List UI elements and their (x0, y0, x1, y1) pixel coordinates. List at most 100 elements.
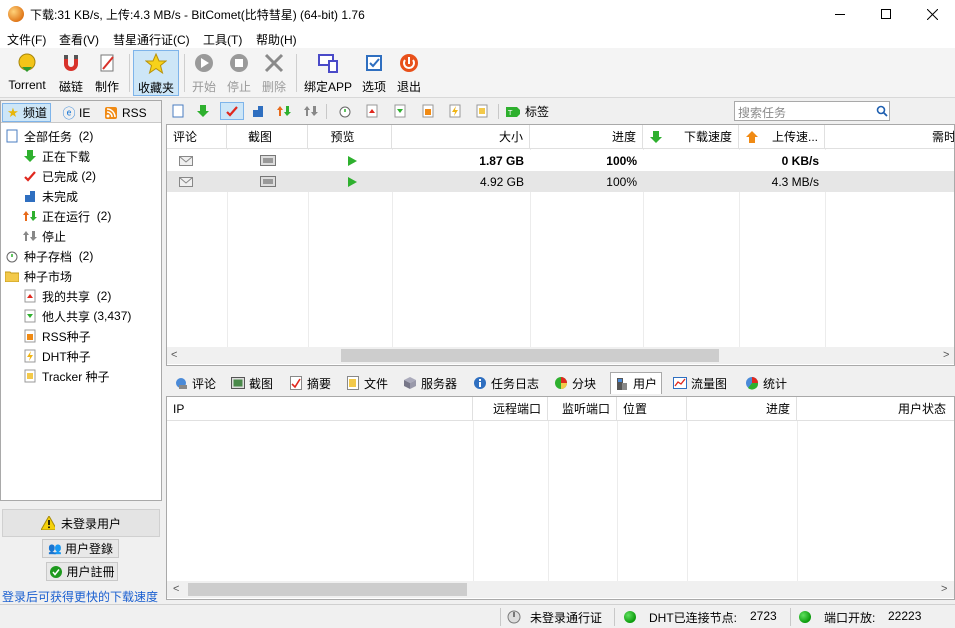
scroll-left-arrow[interactable]: < (171, 349, 177, 361)
column-header-upload-speed[interactable]: 上传速... (739, 125, 825, 149)
make-torrent-button[interactable]: 制作 (91, 50, 123, 96)
torrent-button[interactable]: Torrent (3, 50, 51, 96)
search-input[interactable]: 搜索任务 (734, 101, 890, 121)
tab-comment[interactable]: 评论 (170, 372, 220, 394)
minimize-button[interactable] (817, 0, 863, 28)
menu-help[interactable]: 帮助(H) (256, 31, 297, 48)
tree-tracker-torrents[interactable]: Tracker 种子 (5, 366, 160, 386)
screenshot-tab-icon (231, 376, 245, 390)
archive-filter-button[interactable] (335, 102, 355, 120)
screenshot-icon[interactable] (260, 171, 276, 192)
tree-torrent-archive[interactable]: 种子存档 (2) (5, 246, 160, 266)
delete-button[interactable]: 删除 (258, 50, 290, 96)
column-header-location[interactable]: 位置 (617, 397, 687, 421)
tree-torrent-market[interactable]: 种子市场 (5, 266, 160, 286)
tab-files[interactable]: 文件 (342, 372, 392, 394)
preview-play-icon[interactable] (347, 150, 357, 171)
column-header-comment[interactable]: 评论 (167, 125, 227, 149)
exit-button[interactable]: 退出 (393, 50, 425, 96)
comment-icon[interactable] (179, 150, 193, 171)
menu-file[interactable]: 文件(F) (7, 31, 46, 48)
tab-ie[interactable]: ⓔ IE (59, 103, 93, 122)
tab-task-log[interactable]: 任务日志 (469, 372, 543, 394)
stopped-filter-button[interactable] (301, 102, 321, 120)
magnet-button[interactable]: 磁链 (55, 50, 87, 96)
column-header-progress[interactable]: 进度 (530, 125, 643, 149)
scroll-right-arrow[interactable]: > (943, 349, 949, 361)
toolbar-separator (498, 104, 499, 119)
tree-stopped[interactable]: 停止 (5, 226, 160, 246)
start-button[interactable]: 开始 (188, 50, 220, 96)
close-button[interactable] (909, 0, 955, 28)
dht-label: DHT已连接节点: (649, 611, 737, 625)
task-table-scrollbar[interactable]: < > (167, 347, 954, 364)
scroll-right-arrow[interactable]: > (941, 583, 947, 595)
my-share-filter-button[interactable] (362, 102, 382, 120)
comment-icon[interactable] (179, 171, 193, 192)
tree-incomplete[interactable]: 未完成 (5, 186, 160, 206)
tree-running[interactable]: 正在运行 (2) (5, 206, 160, 226)
tree-dht-torrents[interactable]: DHT种子 (5, 346, 160, 366)
column-header-size[interactable]: 大小 (392, 125, 530, 149)
menu-passport[interactable]: 彗星通行证(C) (113, 31, 190, 48)
tree-my-share[interactable]: 我的共享 (2) (5, 286, 160, 306)
tab-traffic-graph[interactable]: 流量图 (669, 372, 731, 394)
tab-summary[interactable]: 摘要 (285, 372, 335, 394)
tree-all-tasks[interactable]: 全部任务 (2) (5, 126, 160, 146)
login-promo-link[interactable]: 登录后可获得更快的下载速度 (2, 588, 158, 605)
column-header-ip[interactable]: IP (167, 397, 473, 421)
column-header-download-speed[interactable]: 下载速度 (643, 125, 739, 149)
tab-pieces[interactable]: 分块 (550, 372, 600, 394)
completed-filter-button[interactable] (220, 102, 244, 120)
tree-rss-torrents[interactable]: RSS种子 (5, 326, 160, 346)
tree-others-share[interactable]: 他人共享 (3,437) (5, 306, 160, 326)
tree-completed[interactable]: 已完成 (2) (5, 166, 160, 186)
running-filter-button[interactable] (274, 102, 294, 120)
screenshot-icon[interactable] (260, 150, 276, 171)
favorites-button[interactable]: 收藏夹 (133, 50, 179, 96)
column-header-peer-status[interactable]: 用户状态 (797, 397, 954, 421)
tab-peers[interactable]: 用户 (610, 372, 663, 394)
user-register-button[interactable]: 用户註冊 (46, 562, 118, 581)
downloading-filter-button[interactable] (193, 102, 213, 120)
column-header-eta[interactable]: 需时 (825, 125, 954, 149)
column-header-listen-port[interactable]: 监听端口 (548, 397, 617, 421)
stop-button[interactable]: 停止 (223, 50, 255, 96)
upload-speed-cell: 4.3 MB/s (771, 174, 819, 189)
dht-value: 2723 (750, 609, 777, 623)
column-header-preview[interactable]: 预览 (308, 125, 392, 149)
tab-rss[interactable]: RSS (101, 103, 150, 122)
tree-downloading[interactable]: 正在下载 (5, 146, 160, 166)
all-filter-button[interactable] (168, 102, 188, 120)
dht-filter-button[interactable] (445, 102, 465, 120)
preview-play-icon[interactable] (347, 171, 357, 192)
tags-button[interactable]: T 标签 (506, 103, 549, 120)
incomplete-filter-button[interactable] (248, 102, 268, 120)
others-share-filter-button[interactable] (390, 102, 410, 120)
rss-filter-button[interactable] (418, 102, 438, 120)
tab-screenshot[interactable]: 截图 (227, 372, 277, 394)
options-button[interactable]: 选项 (358, 50, 390, 96)
table-row[interactable]: 4.92 GB 100% 4.3 MB/s (167, 171, 954, 192)
rss-torrent-icon (422, 104, 434, 118)
column-header-screenshot[interactable]: 截图 (227, 125, 308, 149)
column-header-peer-progress[interactable]: 进度 (687, 397, 797, 421)
table-row[interactable]: 1.87 GB 100% 0 KB/s (167, 150, 954, 171)
search-icon[interactable] (876, 105, 888, 120)
tracker-filter-button[interactable] (472, 102, 492, 120)
scrollbar-thumb[interactable] (188, 583, 467, 596)
menu-view[interactable]: 查看(V) (59, 31, 99, 48)
menu-tools[interactable]: 工具(T) (203, 31, 242, 48)
progress-cell: 100% (606, 174, 637, 189)
tab-channel[interactable]: ★ 频道 (2, 103, 52, 122)
passport-status[interactable]: 未登录通行证 (530, 609, 602, 626)
peer-table-scrollbar[interactable]: < > (167, 581, 954, 598)
bind-app-button[interactable]: 绑定APP (302, 50, 354, 96)
scrollbar-thumb[interactable] (341, 349, 719, 362)
column-header-remote-port[interactable]: 远程端口 (473, 397, 548, 421)
maximize-button[interactable] (863, 0, 909, 28)
user-login-button[interactable]: 👥 用户登錄 (42, 539, 119, 558)
tab-statistics[interactable]: 统计 (741, 372, 791, 394)
tab-servers[interactable]: 服务器 (399, 372, 461, 394)
scroll-left-arrow[interactable]: < (173, 583, 179, 595)
